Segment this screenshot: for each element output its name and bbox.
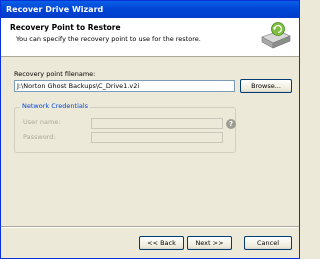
password-field[interactable] <box>91 132 223 143</box>
back-button[interactable]: << Back <box>139 236 184 250</box>
recover-drive-wizard-window: Recover Drive Wizard Recovery Point to R… <box>0 0 300 259</box>
footer-divider <box>1 226 299 228</box>
username-label: User name: <box>23 118 61 126</box>
browse-button[interactable]: Browse... <box>240 79 292 93</box>
recovery-point-label: Recovery point filename: <box>14 70 96 78</box>
recovery-point-filename-input[interactable]: J:\Norton Ghost Backups\C_Drive1.v2i <box>14 80 235 92</box>
password-label: Password: <box>23 133 56 141</box>
window-title: Recover Drive Wizard <box>6 5 104 14</box>
wizard-header: Recovery Point to Restore You can specif… <box>1 18 299 57</box>
drive-restore-icon <box>261 22 291 49</box>
title-bar[interactable]: Recover Drive Wizard <box>1 1 299 18</box>
network-credentials-group <box>14 107 236 153</box>
network-credentials-legend: Network Credentials <box>20 102 91 110</box>
question-icon[interactable]: ? <box>226 119 236 129</box>
next-button[interactable]: Next >> <box>187 236 232 250</box>
cancel-button[interactable]: Cancel <box>244 236 292 250</box>
page-subtitle: You can specify the recovery point to us… <box>16 35 201 43</box>
page-title: Recovery Point to Restore <box>10 23 121 32</box>
username-field[interactable] <box>91 118 223 129</box>
